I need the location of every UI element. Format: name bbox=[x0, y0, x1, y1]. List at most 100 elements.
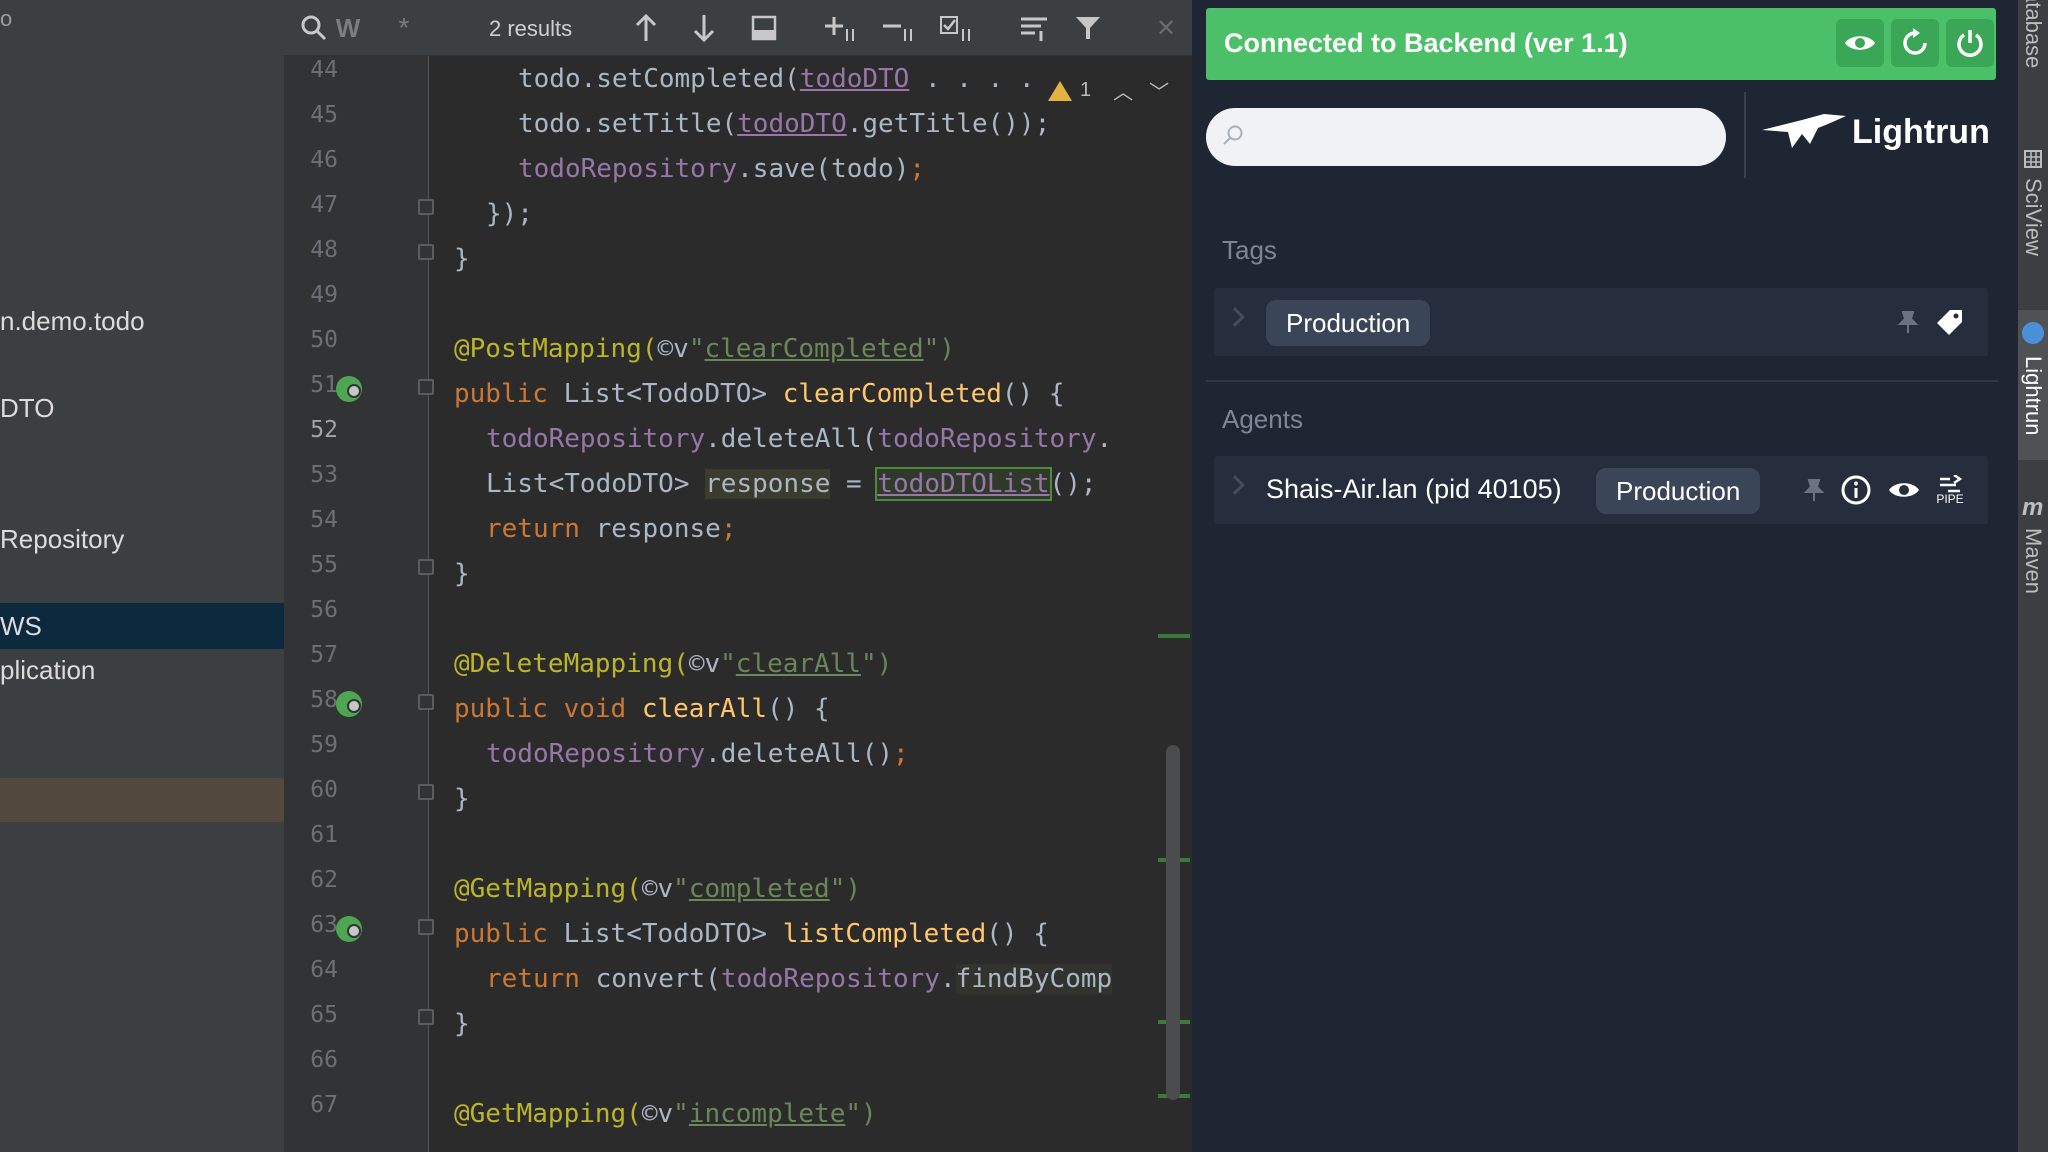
code-line[interactable]: } bbox=[454, 777, 470, 822]
code-line[interactable]: return response; bbox=[486, 507, 736, 552]
tab-database[interactable]: atabase bbox=[2020, 0, 2046, 68]
code-token: } bbox=[454, 559, 470, 589]
tab-lightrun-label: Lightrun bbox=[2021, 356, 2046, 436]
chevron-right-icon[interactable] bbox=[1225, 475, 1245, 495]
multi-select-icon[interactable] bbox=[744, 8, 784, 48]
code-token: todoRepository bbox=[877, 424, 1097, 454]
code-token: clearCompleted bbox=[782, 379, 1002, 409]
tab-maven[interactable]: Maven bbox=[2020, 528, 2046, 594]
eye-icon[interactable] bbox=[1836, 19, 1884, 67]
line-number: 61 bbox=[310, 822, 338, 848]
inspection-widget[interactable]: 1 ︿ ﹀ bbox=[1042, 74, 1176, 107]
spring-bean-icon[interactable] bbox=[336, 376, 362, 402]
code-line[interactable]: List<TodoDTO> response = todoDTOList(); bbox=[486, 462, 1097, 507]
project-item-package[interactable]: n.demo.todo bbox=[0, 298, 284, 344]
code-line[interactable]: public void clearAll() { bbox=[454, 687, 830, 732]
tag-row[interactable]: Production bbox=[1214, 288, 1988, 356]
code-token: public bbox=[454, 379, 564, 409]
line-number: 50 bbox=[310, 327, 338, 353]
project-item-ws-selected[interactable]: WS bbox=[0, 603, 284, 649]
fold-marker-icon[interactable] bbox=[418, 694, 434, 710]
line-number: 57 bbox=[310, 642, 338, 668]
close-search-icon[interactable]: ✕ bbox=[1146, 8, 1186, 48]
agent-row[interactable]: Shais-Air.lan (pid 40105) Production PIP… bbox=[1214, 456, 1988, 524]
match-words-toggle[interactable]: W bbox=[328, 8, 368, 48]
pin-icon[interactable] bbox=[1796, 472, 1832, 508]
code-token: . bbox=[1096, 424, 1113, 454]
fold-marker-icon[interactable] bbox=[418, 199, 434, 215]
code-token: .getTitle()); bbox=[846, 109, 1051, 139]
editor-scrollbar[interactable] bbox=[1166, 745, 1180, 1100]
line-number: 60 bbox=[310, 777, 338, 803]
search-input[interactable] bbox=[1206, 108, 1726, 166]
code-line[interactable]: } bbox=[454, 237, 470, 282]
fold-marker-icon[interactable] bbox=[418, 784, 434, 800]
code-line[interactable]: @GetMapping(©v"incomplete") bbox=[454, 1092, 877, 1137]
chevron-down-icon[interactable]: ﹀ bbox=[1149, 76, 1169, 105]
project-item-dto[interactable]: DTO bbox=[0, 385, 284, 431]
code-line[interactable]: todoRepository.save(todo); bbox=[518, 147, 925, 192]
project-item-repository[interactable]: Repository bbox=[0, 516, 284, 562]
code-line[interactable]: @DeleteMapping(©v"clearAll") bbox=[454, 642, 892, 687]
arrow-up-icon[interactable] bbox=[626, 8, 666, 48]
fold-marker-icon[interactable] bbox=[418, 1009, 434, 1025]
fold-marker-icon[interactable] bbox=[418, 379, 434, 395]
code-editor[interactable]: W * 2 results ✕ 44 45 46 47 48 49 50 51 … bbox=[284, 0, 1192, 1152]
filter-icon[interactable] bbox=[1068, 8, 1108, 48]
fold-marker-icon[interactable] bbox=[418, 559, 434, 575]
pipe-label: PIPE bbox=[1936, 492, 1964, 506]
regex-toggle[interactable]: * bbox=[384, 8, 424, 48]
filter-options-icon[interactable] bbox=[1014, 8, 1054, 48]
code-line[interactable]: return convert(todoRepository.findByComp bbox=[486, 957, 1113, 1002]
line-number: 63 bbox=[310, 912, 338, 938]
code-line[interactable]: public List<TodoDTO> clearCompleted() { bbox=[454, 372, 1065, 417]
spring-bean-icon[interactable] bbox=[336, 916, 362, 942]
tag-pill[interactable]: Production bbox=[1266, 300, 1431, 346]
code-token: todoRepository bbox=[486, 739, 706, 769]
arrow-down-icon[interactable] bbox=[684, 8, 724, 48]
fold-marker-icon[interactable] bbox=[418, 919, 434, 935]
code-token: todoDTO bbox=[799, 64, 910, 94]
chevron-right-icon[interactable] bbox=[1225, 307, 1245, 327]
info-icon[interactable] bbox=[1838, 472, 1874, 508]
pipe-icon[interactable]: PIPE bbox=[1932, 472, 1968, 508]
line-number: 55 bbox=[310, 552, 338, 578]
power-icon[interactable] bbox=[1946, 19, 1994, 67]
code-line[interactable]: }); bbox=[486, 192, 533, 237]
fold-marker-icon[interactable] bbox=[418, 244, 434, 260]
spring-bean-icon[interactable] bbox=[336, 691, 362, 717]
code-line[interactable]: @PostMapping(©v"clearCompleted") bbox=[454, 327, 955, 372]
project-item-application[interactable]: plication bbox=[0, 647, 284, 693]
code-token: List<TodoDTO> bbox=[563, 919, 783, 949]
code-token: findByComp bbox=[955, 964, 1113, 994]
code-token: @PostMapping( bbox=[454, 334, 658, 364]
line-number: 67 bbox=[310, 1092, 338, 1118]
tag-icon[interactable] bbox=[1932, 304, 1968, 340]
agent-tag-pill[interactable]: Production bbox=[1596, 468, 1761, 514]
code-token: return bbox=[486, 514, 596, 544]
lightrun-logo: Lightrun bbox=[1762, 112, 1990, 152]
search-icon bbox=[1223, 125, 1243, 145]
project-highlight-row bbox=[0, 778, 284, 822]
code-line[interactable]: todo.setTitle(todoDTO.getTitle()); bbox=[518, 102, 1050, 147]
pin-icon[interactable] bbox=[1890, 304, 1926, 340]
code-line[interactable]: todo.setCompleted(todoDTO . . . . bbox=[518, 57, 1035, 102]
sciview-icon bbox=[2024, 150, 2042, 168]
tab-lightrun-active[interactable]: Lightrun bbox=[2018, 310, 2048, 460]
code-line[interactable]: @GetMapping(©v"completed") bbox=[454, 867, 861, 912]
line-number: 53 bbox=[310, 462, 338, 488]
select-all-occurrences-icon[interactable] bbox=[936, 8, 976, 48]
code-token: todoDTOList bbox=[875, 467, 1052, 501]
tab-sciview[interactable]: SciView bbox=[2020, 178, 2046, 256]
code-line[interactable]: public List<TodoDTO> listCompleted() { bbox=[454, 912, 1049, 957]
remove-occurrence-icon[interactable] bbox=[878, 8, 918, 48]
code-line[interactable]: } bbox=[454, 552, 470, 597]
reload-icon[interactable] bbox=[1891, 19, 1939, 67]
code-line[interactable]: todoRepository.deleteAll(); bbox=[486, 732, 909, 777]
code-line[interactable]: todoRepository.deleteAll(todoRepository. bbox=[486, 417, 1112, 462]
search-field[interactable] bbox=[1206, 108, 1726, 166]
eye-icon[interactable] bbox=[1886, 472, 1922, 508]
chevron-up-icon[interactable]: ︿ bbox=[1113, 76, 1133, 105]
code-line[interactable]: } bbox=[454, 1002, 470, 1047]
add-occurrence-icon[interactable] bbox=[820, 8, 860, 48]
